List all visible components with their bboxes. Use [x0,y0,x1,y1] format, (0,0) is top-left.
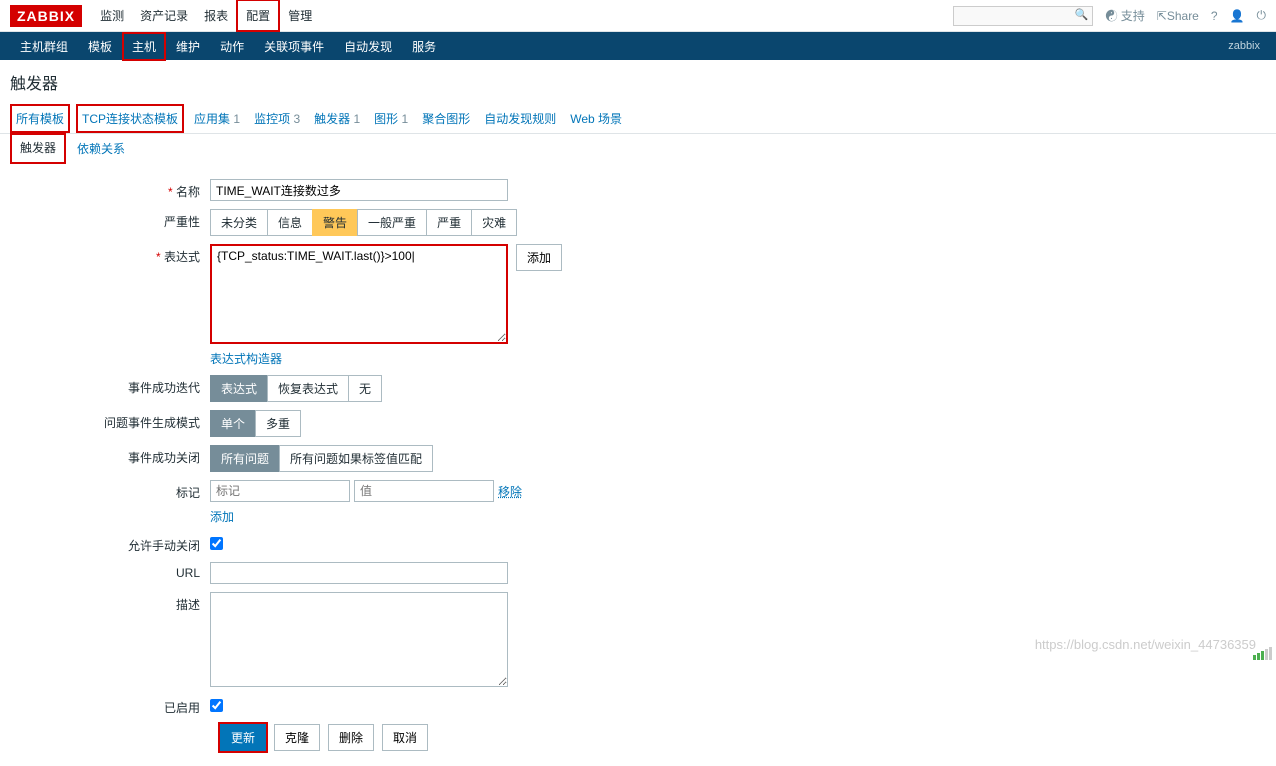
menu-inventory[interactable]: 资产记录 [132,0,196,32]
label-severity: 严重性 [10,209,210,230]
page-title: 触发器 [0,60,1276,104]
sub-correlation[interactable]: 关联项事件 [254,32,334,61]
top-menu: 监测 资产记录 报表 配置 管理 [92,0,320,32]
tab-screens[interactable]: 聚合图形 [418,104,474,133]
cancel-button[interactable]: 取消 [382,724,428,751]
menu-monitor[interactable]: 监测 [92,0,132,32]
okgen-expr[interactable]: 表达式 [210,375,268,402]
menu-reports[interactable]: 报表 [196,0,236,32]
manual-close-checkbox[interactable] [210,537,223,550]
tab-all-templates[interactable]: 所有模板 [10,104,70,133]
sub-right-label: zabbix [1228,40,1266,52]
menu-admin[interactable]: 管理 [280,0,320,32]
okclose-all[interactable]: 所有问题 [210,445,280,472]
sev-warning[interactable]: 警告 [312,209,358,236]
update-button[interactable]: 更新 [220,724,266,751]
tab-triggers[interactable]: 触发器 1 [310,104,364,133]
label-ok-gen: 事件成功迭代 [10,375,210,396]
clone-button[interactable]: 克隆 [274,724,320,751]
watermark: https://blog.csdn.net/weixin_44736359 [1035,637,1256,652]
sev-unclassified[interactable]: 未分类 [210,209,268,236]
label-desc: 描述 [10,592,210,613]
logout-icon[interactable]: ⏻ [1257,8,1267,23]
label-manual-close: 允许手动关闭 [10,533,210,554]
prob-single[interactable]: 单个 [210,410,256,437]
inner-tab-deps[interactable]: 依赖关系 [66,133,136,164]
label-expr: 表达式 [164,250,200,264]
share-link[interactable]: ⇱Share [1157,9,1199,23]
label-ok-close: 事件成功关闭 [10,445,210,466]
sev-average[interactable]: 一般严重 [357,209,427,236]
prob-multiple[interactable]: 多重 [255,410,301,437]
add-expr-button[interactable]: 添加 [516,244,562,271]
sub-hosts[interactable]: 主机 [122,32,166,61]
sub-maintenance[interactable]: 维护 [166,32,210,61]
desc-field[interactable] [210,592,508,687]
support-link[interactable]: ☯ 支持 [1105,7,1144,24]
tab-discovery-rules[interactable]: 自动发现规则 [480,104,560,133]
sub-services[interactable]: 服务 [402,32,446,61]
help-icon[interactable]: ? [1211,9,1218,23]
tag-value-field[interactable] [354,480,494,502]
menu-config[interactable]: 配置 [236,0,280,32]
label-name: 名称 [176,185,200,199]
tab-web[interactable]: Web 场景 [566,104,626,133]
label-tags: 标记 [10,480,210,501]
sub-actions[interactable]: 动作 [210,32,254,61]
okgen-none[interactable]: 无 [348,375,382,402]
delete-button[interactable]: 删除 [328,724,374,751]
sev-high[interactable]: 严重 [426,209,472,236]
sev-info[interactable]: 信息 [267,209,313,236]
tag-name-field[interactable] [210,480,350,502]
tag-remove-link[interactable]: 移除 [498,483,522,500]
label-prob-mode: 问题事件生成模式 [10,410,210,431]
sev-disaster[interactable]: 灾难 [471,209,517,236]
expr-builder-link[interactable]: 表达式构造器 [210,350,282,367]
sub-discovery[interactable]: 自动发现 [334,32,402,61]
search-input[interactable] [953,6,1093,26]
tab-graphs[interactable]: 图形 1 [370,104,412,133]
okclose-tagmatch[interactable]: 所有问题如果标签值匹配 [279,445,433,472]
url-field[interactable] [210,562,508,584]
logo: ZABBIX [10,5,82,27]
user-icon[interactable]: 👤 [1230,9,1245,23]
okgen-recovery[interactable]: 恢复表达式 [267,375,349,402]
signal-icon [1253,647,1272,660]
inner-tab-trigger[interactable]: 触发器 [10,133,66,164]
enabled-checkbox[interactable] [210,699,223,712]
tab-items[interactable]: 监控项 3 [250,104,304,133]
label-enabled: 已启用 [10,695,210,716]
name-field[interactable] [210,179,508,201]
tag-add-link[interactable]: 添加 [210,508,234,525]
tab-tcp-template[interactable]: TCP连接状态模板 [76,104,184,133]
expr-field[interactable]: {TCP_status:TIME_WAIT.last()}>100| [210,244,508,344]
label-url: URL [10,562,210,580]
tab-apps[interactable]: 应用集 1 [190,104,244,133]
sub-hostgroups[interactable]: 主机群组 [10,32,78,61]
sub-templates[interactable]: 模板 [78,32,122,61]
